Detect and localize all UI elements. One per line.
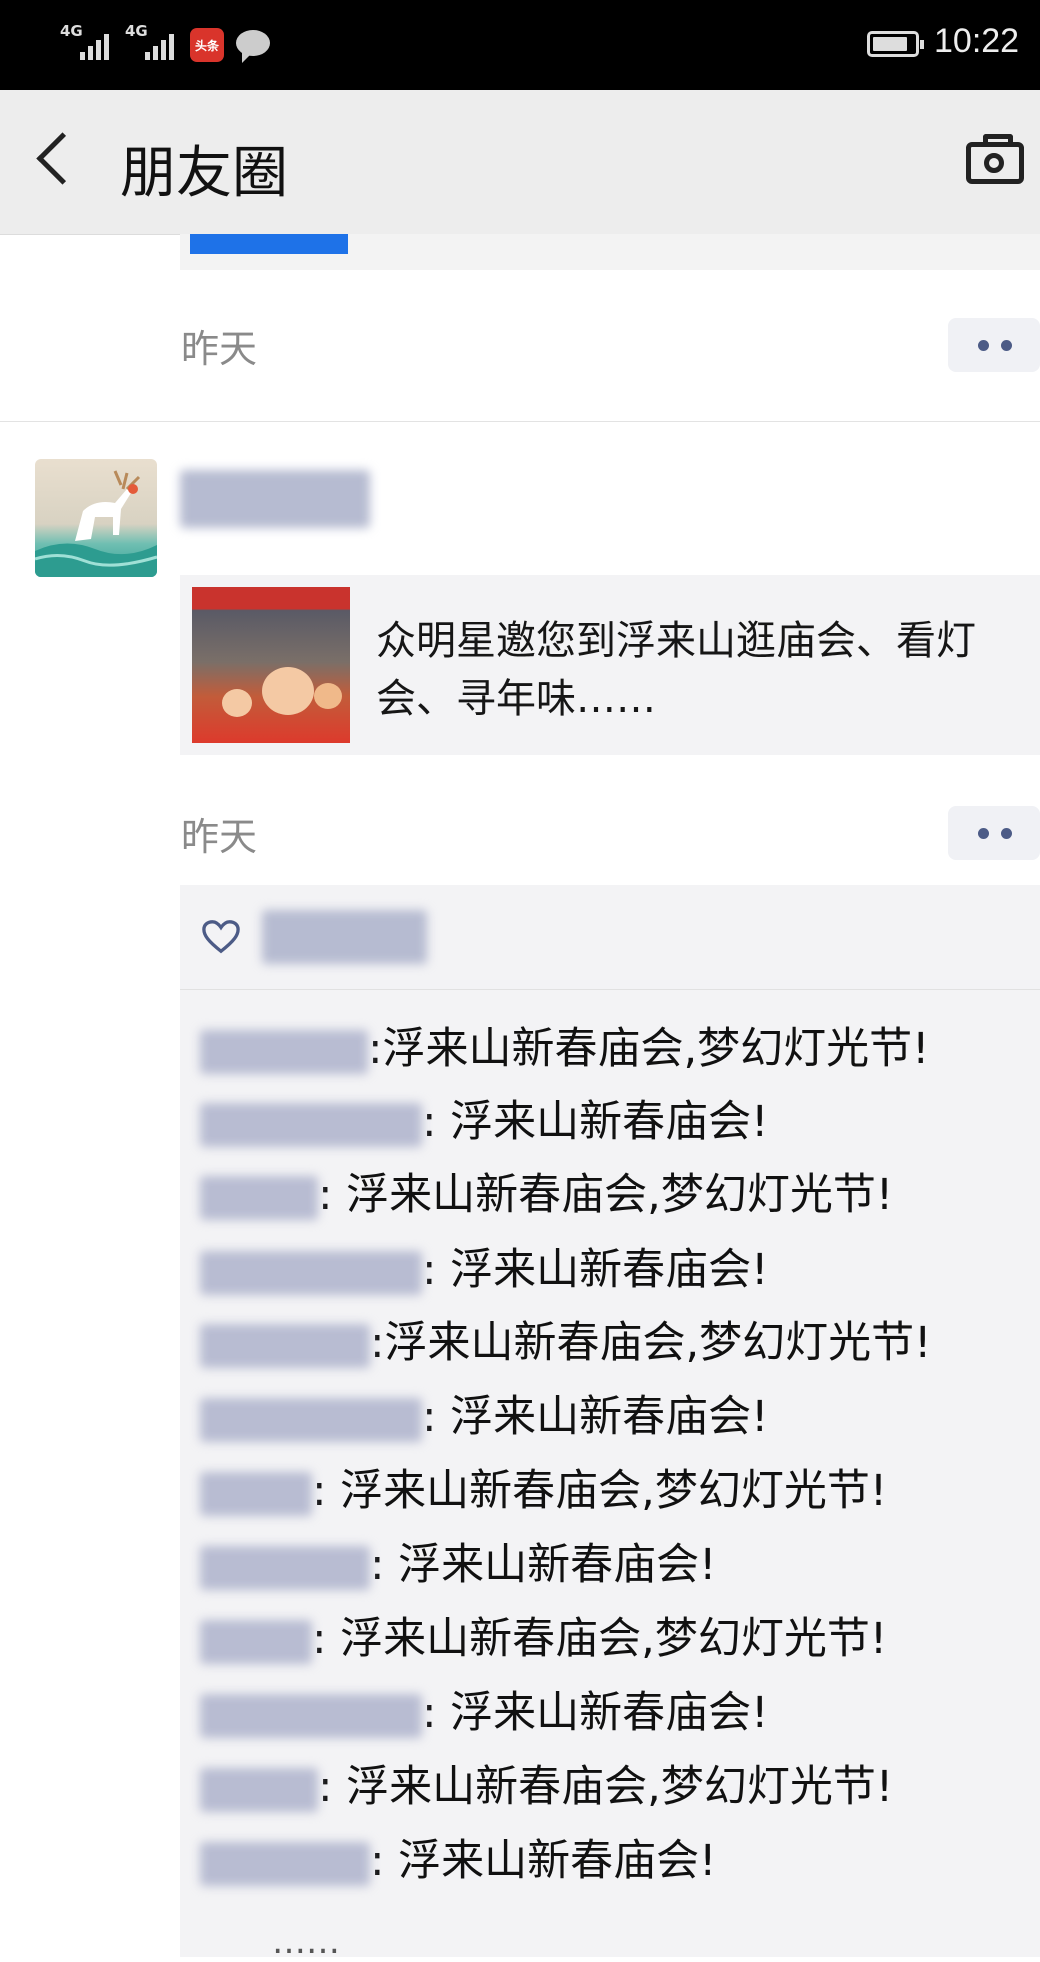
- comment-text: : 浮来山新春庙会,梦幻灯光节!: [318, 1762, 894, 1812]
- author-name-blurred[interactable]: [180, 470, 370, 528]
- battery-icon: [867, 31, 924, 57]
- comment-text: : 浮来山新春庙会,梦幻灯光节!: [312, 1466, 888, 1516]
- back-chevron-icon[interactable]: [36, 132, 89, 185]
- comment-item[interactable]: : 浮来山新春庙会,梦幻灯光节!: [200, 1752, 893, 1814]
- post-divider: [0, 421, 1040, 422]
- signal-strength-icon: [145, 30, 174, 60]
- comment-item[interactable]: : 浮来山新春庙会!: [200, 1678, 768, 1740]
- comment-item[interactable]: : 浮来山新春庙会,梦幻灯光节!: [200, 1456, 887, 1518]
- signal-strength-icon: [80, 30, 109, 60]
- page-title: 朋友圈: [120, 141, 288, 206]
- comment-text: : 浮来山新春庙会!: [422, 1097, 769, 1147]
- comment-text: : 浮来山新春庙会,梦幻灯光节!: [312, 1614, 888, 1664]
- more-dots-icon[interactable]: [948, 806, 1040, 860]
- comment-text: : 浮来山新春庙会!: [370, 1836, 717, 1886]
- avatar[interactable]: [35, 459, 157, 577]
- toutiao-app-icon: 头条: [190, 28, 224, 62]
- comment-item[interactable]: : 浮来山新春庙会!: [200, 1530, 716, 1592]
- more-dots-icon[interactable]: [948, 318, 1040, 372]
- status-bar: 4G 4G 头条 10:22: [0, 0, 1040, 90]
- comment-item[interactable]: : 浮来山新春庙会,梦幻灯光节!: [200, 1160, 893, 1222]
- comment-text: : 浮来山新春庙会!: [422, 1688, 769, 1738]
- message-notification-icon: [236, 30, 270, 63]
- comment-text: : 浮来山新春庙会,梦幻灯光节!: [318, 1170, 894, 1220]
- post-time: 昨天: [181, 327, 258, 371]
- status-time: 10:22: [934, 22, 1020, 60]
- comment-text: : 浮来山新春庙会!: [422, 1392, 769, 1442]
- shared-link-title: 众明星邀您到浮来山逛庙会、看灯会、寻年味……: [376, 618, 976, 722]
- comment-item[interactable]: : 浮来山新春庙会,梦幻灯光节!: [200, 1604, 887, 1666]
- comment-item[interactable]: :浮来山新春庙会,梦幻灯光节!: [200, 1014, 929, 1076]
- comment-text: :浮来山新春庙会,梦幻灯光节!: [370, 1318, 932, 1368]
- camera-lens: [984, 153, 1004, 173]
- comment-text: :浮来山新春庙会,梦幻灯光节!: [368, 1024, 930, 1074]
- heart-icon: [202, 920, 240, 954]
- previous-post-image[interactable]: [190, 234, 348, 254]
- comment-item[interactable]: : 浮来山新春庙会!: [200, 1382, 768, 1444]
- more-comments-ellipsis[interactable]: ……: [272, 1922, 340, 1962]
- camera-icon[interactable]: [966, 134, 1024, 184]
- liker-names-blurred[interactable]: [262, 910, 427, 964]
- shared-link-thumbnail: [192, 587, 350, 743]
- comment-text: : 浮来山新春庙会!: [422, 1245, 769, 1295]
- comment-text: : 浮来山新春庙会!: [370, 1540, 717, 1590]
- comment-item[interactable]: : 浮来山新春庙会!: [200, 1235, 768, 1297]
- comment-item[interactable]: :浮来山新春庙会,梦幻灯光节!: [200, 1308, 931, 1370]
- post-time: 昨天: [181, 815, 258, 859]
- nav-bar: 朋友圈: [0, 90, 1040, 235]
- comment-item[interactable]: : 浮来山新春庙会!: [200, 1087, 768, 1149]
- comment-item[interactable]: : 浮来山新春庙会!: [200, 1826, 716, 1888]
